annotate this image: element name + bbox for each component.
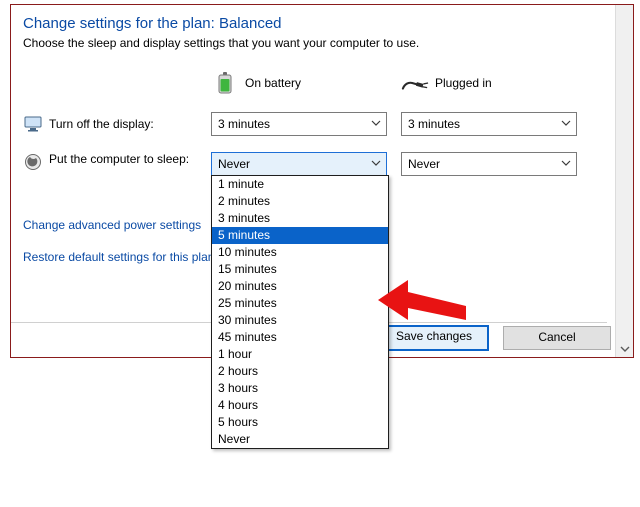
power-plan-settings-panel: Change settings for the plan: Balanced C… xyxy=(10,4,634,358)
display-plugged-dropdown[interactable]: 3 minutes xyxy=(401,112,577,136)
turn-off-display-label: Turn off the display: xyxy=(49,117,154,131)
sleep-battery-dropdown[interactable]: Never xyxy=(211,152,387,176)
dropdown-option[interactable]: 5 hours xyxy=(212,414,388,431)
page-title: Change settings for the plan: Balanced xyxy=(11,5,633,36)
chevron-down-icon xyxy=(560,117,572,129)
dropdown-option[interactable]: 10 minutes xyxy=(212,244,388,261)
dropdown-option[interactable]: 1 hour xyxy=(212,346,388,363)
column-headers: On battery Plugged in xyxy=(11,68,633,98)
row-turn-off-display: Turn off the display: 3 minutes 3 minute… xyxy=(11,112,633,136)
chevron-down-icon xyxy=(370,157,382,169)
on-battery-label: On battery xyxy=(245,76,301,90)
row-sleep: Put the computer to sleep: Never 1 minut… xyxy=(11,152,633,176)
dropdown-option[interactable]: 4 hours xyxy=(212,397,388,414)
cancel-button[interactable]: Cancel xyxy=(503,326,611,350)
sleep-plugged-dropdown[interactable]: Never xyxy=(401,152,577,176)
sleep-battery-dropdown-list[interactable]: 1 minute2 minutes3 minutes5 minutes10 mi… xyxy=(211,175,389,449)
display-battery-dropdown[interactable]: 3 minutes xyxy=(211,112,387,136)
dropdown-option[interactable]: 25 minutes xyxy=(212,295,388,312)
dropdown-option[interactable]: Never xyxy=(212,431,388,448)
vertical-scrollbar[interactable] xyxy=(615,5,633,357)
dropdown-option[interactable]: 2 hours xyxy=(212,363,388,380)
dropdown-option[interactable]: 3 minutes xyxy=(212,210,388,227)
page-description: Choose the sleep and display settings th… xyxy=(11,36,633,68)
plugged-in-label: Plugged in xyxy=(435,76,492,90)
dropdown-option[interactable]: 20 minutes xyxy=(212,278,388,295)
dropdown-option[interactable]: 45 minutes xyxy=(212,329,388,346)
dropdown-option[interactable]: 2 minutes xyxy=(212,193,388,210)
sleep-icon xyxy=(23,152,43,172)
sleep-label: Put the computer to sleep: xyxy=(49,152,199,166)
chevron-down-icon xyxy=(560,157,572,169)
dropdown-option[interactable]: 5 minutes xyxy=(212,227,388,244)
plug-icon xyxy=(401,72,429,94)
dropdown-option[interactable]: 3 hours xyxy=(212,380,388,397)
battery-icon xyxy=(211,72,239,94)
save-changes-button[interactable]: Save changes xyxy=(379,325,489,351)
display-icon xyxy=(23,114,43,134)
dropdown-option[interactable]: 30 minutes xyxy=(212,312,388,329)
plugged-in-header: Plugged in xyxy=(401,72,591,94)
scroll-down-icon[interactable] xyxy=(616,340,633,357)
chevron-down-icon xyxy=(370,117,382,129)
on-battery-header: On battery xyxy=(211,72,401,94)
dropdown-option[interactable]: 15 minutes xyxy=(212,261,388,278)
dropdown-option[interactable]: 1 minute xyxy=(212,176,388,193)
